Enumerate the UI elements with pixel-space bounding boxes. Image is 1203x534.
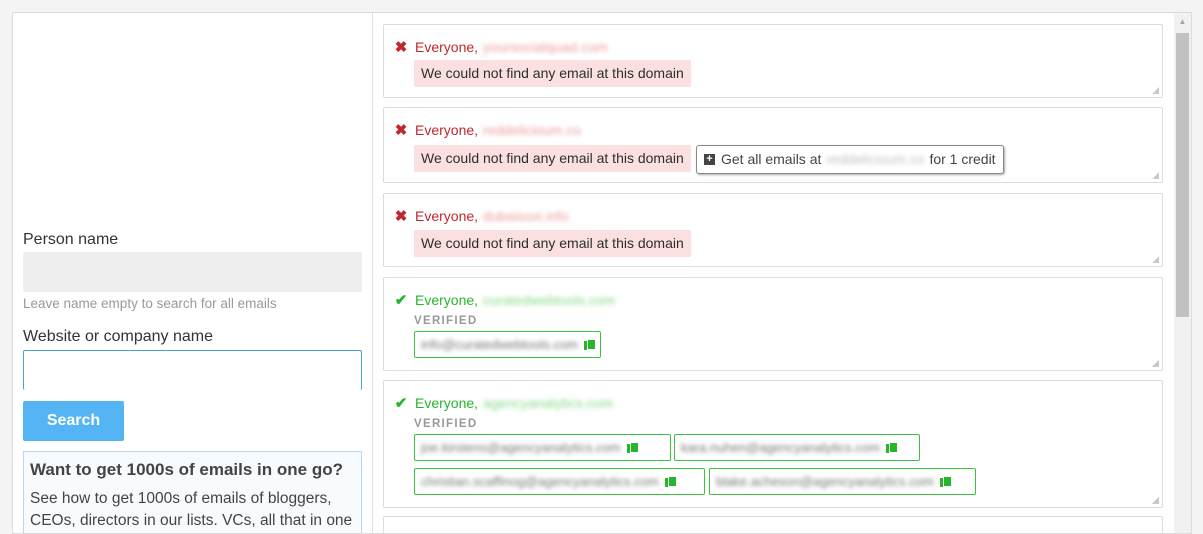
copy-icon[interactable] bbox=[939, 475, 952, 488]
result-domain: reddelicioum.co bbox=[483, 122, 582, 138]
result-domain: curatedwebtools.com bbox=[483, 292, 616, 308]
result-scope: Everyone, bbox=[415, 39, 479, 55]
resize-handle[interactable] bbox=[1152, 360, 1159, 367]
check-icon: ✔ bbox=[394, 395, 408, 412]
get-all-suffix: for 1 credit bbox=[929, 151, 996, 167]
result-card: ✔ Everyone, agencyanalytics.com VERIFIED… bbox=[383, 380, 1163, 508]
get-all-domain: reddelicioum.co bbox=[826, 151, 925, 167]
email-address: christian.scaffinog@agencyanalytics.com bbox=[421, 474, 659, 489]
error-message: We could not find any email at this doma… bbox=[414, 230, 691, 257]
verified-label: VERIFIED bbox=[414, 418, 478, 430]
email-address: info@curatedwebtools.com bbox=[421, 337, 578, 352]
results-scrollbar[interactable]: ▲ bbox=[1174, 13, 1191, 533]
resize-handle[interactable] bbox=[1152, 87, 1159, 94]
website-label: Website or company name bbox=[23, 328, 214, 345]
person-name-input[interactable] bbox=[23, 252, 362, 292]
result-header: ✖ Everyone, dubaisoxi.info bbox=[393, 207, 569, 225]
email-chip[interactable]: kara.nuhen@agencyanalytics.com bbox=[674, 434, 920, 461]
promo-text: See how to get 1000s of emails of blogge… bbox=[30, 490, 353, 529]
result-header: ✔ Everyone, curatedwebtools.com bbox=[393, 291, 616, 309]
result-scope: Everyone, bbox=[415, 208, 479, 224]
result-domain: agencyanalytics.com bbox=[483, 395, 613, 411]
result-header: ✖ Everyone, yoursocialquad.com bbox=[393, 38, 608, 56]
person-name-hint: Leave name empty to search for all email… bbox=[23, 296, 277, 311]
result-card: ✖ Everyone, reddelicioum.co We could not… bbox=[383, 107, 1163, 183]
resize-handle[interactable] bbox=[1152, 256, 1159, 263]
result-card bbox=[383, 516, 1163, 533]
result-card: ✖ Everyone, yoursocialquad.com We could … bbox=[383, 24, 1163, 98]
email-chip[interactable]: joe.kirstens@agencyanalytics.com bbox=[414, 434, 671, 461]
copy-icon[interactable] bbox=[885, 441, 898, 454]
cross-icon: ✖ bbox=[394, 39, 408, 56]
email-address: kara.nuhen@agencyanalytics.com bbox=[681, 440, 880, 455]
result-domain: yoursocialquad.com bbox=[483, 39, 608, 55]
result-header: ✔ Everyone, agencyanalytics.com bbox=[393, 394, 613, 412]
check-icon: ✔ bbox=[394, 292, 408, 309]
cross-icon: ✖ bbox=[394, 208, 408, 225]
person-name-label: Person name bbox=[23, 231, 119, 248]
search-panel: Person name Leave name empty to search f… bbox=[13, 13, 373, 533]
email-address: joe.kirstens@agencyanalytics.com bbox=[421, 440, 621, 455]
website-input[interactable] bbox=[23, 350, 362, 390]
copy-icon[interactable] bbox=[664, 475, 677, 488]
verified-label: VERIFIED bbox=[414, 315, 478, 327]
result-scope: Everyone, bbox=[415, 395, 479, 411]
result-domain: dubaisoxi.info bbox=[483, 208, 569, 224]
app-frame: Person name Leave name empty to search f… bbox=[12, 12, 1192, 534]
result-scope: Everyone, bbox=[415, 292, 479, 308]
plus-square-icon: + bbox=[704, 154, 715, 165]
copy-icon[interactable] bbox=[584, 338, 596, 351]
get-all-emails-button[interactable]: + Get all emails at reddelicioum.co for … bbox=[696, 145, 1004, 174]
promo-box: Want to get 1000s of emails in one go? S… bbox=[23, 451, 362, 533]
result-card: ✔ Everyone, curatedwebtools.com VERIFIED… bbox=[383, 277, 1163, 371]
result-card: ✖ Everyone, dubaisoxi.info We could not … bbox=[383, 193, 1163, 267]
email-address: blake.acheson@agencyanalytics.com bbox=[716, 474, 934, 489]
error-message: We could not find any email at this doma… bbox=[414, 145, 691, 172]
copy-icon[interactable] bbox=[626, 441, 639, 454]
error-message: We could not find any email at this doma… bbox=[414, 60, 691, 87]
result-scope: Everyone, bbox=[415, 122, 479, 138]
results-panel: ✖ Everyone, yoursocialquad.com We could … bbox=[373, 13, 1191, 533]
scrollbar-thumb[interactable] bbox=[1176, 33, 1189, 317]
email-chip[interactable]: info@curatedwebtools.com bbox=[414, 331, 601, 358]
resize-handle[interactable] bbox=[1152, 497, 1159, 504]
resize-handle[interactable] bbox=[1152, 172, 1159, 179]
scroll-up-icon[interactable]: ▲ bbox=[1174, 13, 1191, 30]
search-button[interactable]: Search bbox=[23, 401, 124, 441]
get-all-prefix: Get all emails at bbox=[721, 151, 822, 167]
email-chip[interactable]: christian.scaffinog@agencyanalytics.com bbox=[414, 468, 705, 495]
promo-title: Want to get 1000s of emails in one go? bbox=[30, 460, 343, 479]
cross-icon: ✖ bbox=[394, 122, 408, 139]
result-header: ✖ Everyone, reddelicioum.co bbox=[393, 121, 581, 139]
email-chip[interactable]: blake.acheson@agencyanalytics.com bbox=[709, 468, 976, 495]
